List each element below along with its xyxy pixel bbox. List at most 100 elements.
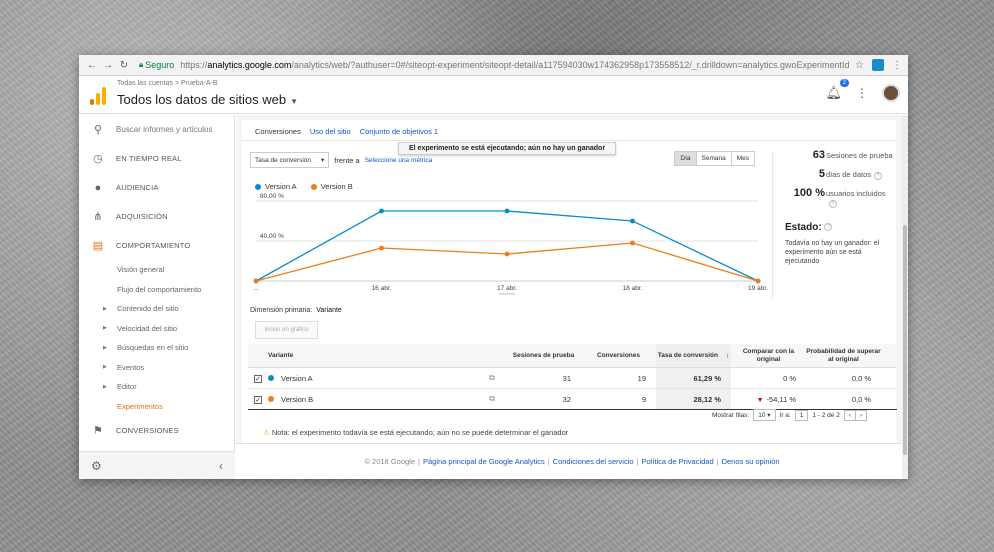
variant-name[interactable]: Version A [281, 374, 313, 383]
sidebar-search[interactable]: ⚲ Buscar informes y artículos [79, 115, 234, 144]
sidebar-sub-publisher[interactable]: ▶ Editor [79, 377, 234, 397]
sidebar-item-behavior[interactable]: ▤ COMPORTAMIENTO [79, 231, 234, 260]
x-tick-label: 19 abr. [748, 285, 768, 292]
series-line [255, 210, 759, 282]
row-checkbox[interactable]: ✓ [254, 374, 262, 383]
person-icon: ● [94, 181, 102, 194]
page-range: 1 - 2 de 2 [812, 411, 840, 419]
add-to-chart-button[interactable]: Incluir en gráfico [255, 321, 318, 339]
help-icon[interactable]: ? [824, 223, 833, 232]
prev-page-icon[interactable]: ‹ [845, 410, 856, 420]
cell-conversions: 9 [641, 394, 646, 404]
preview-icon[interactable]: ⧉ [478, 394, 506, 404]
expand-icon: ▶ [103, 383, 107, 390]
period-week-button[interactable]: Semana [696, 152, 732, 165]
col-compare[interactable]: Comparar con la original [731, 348, 806, 364]
reload-icon[interactable]: ↻ [117, 60, 131, 71]
data-point [504, 251, 510, 257]
goto-page-input[interactable]: 1 [794, 409, 809, 421]
more-options-icon[interactable]: ⋮ [856, 86, 868, 100]
cell-compare: ▼ -54,11 % [756, 394, 796, 404]
period-month-button[interactable]: Mes [731, 152, 754, 165]
help-icon[interactable]: ? [874, 172, 883, 180]
data-point [630, 240, 635, 246]
gear-icon[interactable]: ⚙ [91, 459, 102, 473]
primary-dimension: Dimensión primaria: Variante [250, 307, 342, 314]
sidebar-sub-search[interactable]: ▶ Búsquedas en el sitio [79, 338, 234, 358]
sidebar-item-acquisition[interactable]: ⋔ ADQUISICIÓN [79, 202, 234, 231]
scrollbar[interactable] [902, 115, 908, 479]
dimension-value[interactable]: Variante [316, 307, 342, 314]
chart-resize-handle [499, 293, 515, 295]
cell-probability: 0,0 % [851, 394, 871, 404]
footer-link-terms[interactable]: Condiciones del servicio [553, 457, 634, 466]
table-row: ✓ Version B ⧉ 32 9 28,12 % ▼ -54,11 % 0,0… [248, 389, 897, 410]
data-point [755, 278, 761, 284]
stat-users: 100 % usuarios incluidos? [793, 187, 886, 208]
help-icon[interactable]: ? [829, 200, 837, 208]
row-checkbox[interactable]: ✓ [254, 395, 262, 404]
cell-sessions: 32 [562, 394, 571, 404]
experiment-stats: 63 Sesiones de prueba 5 días de datos? 100… [778, 149, 896, 215]
pagination: Mostrar filas: 10 ▾ Ir a: 1 1 - 2 de 2 ‹… [712, 409, 868, 421]
footer-link-home[interactable]: Página principal de Google Analytics [423, 457, 545, 466]
metric-dropdown[interactable]: Tasa de conversión ▾ [250, 152, 330, 168]
select-metric-link[interactable]: Seleccione una métrica [365, 157, 433, 164]
tab-goal-set[interactable]: Conjunto de objetivos 1 [360, 127, 438, 140]
data-point [504, 208, 510, 214]
notifications-bell-icon[interactable]: 🔔︎ 2 [825, 79, 849, 101]
col-conversions[interactable]: Conversiones [581, 352, 656, 360]
x-tick-label: 17 abr. [497, 285, 517, 292]
cell-compare: 0 % [783, 373, 796, 383]
back-icon[interactable]: ← [85, 60, 99, 71]
rows-per-page-select[interactable]: 10 ▾ [753, 409, 776, 421]
dropdown-arrow-icon: ▾ [321, 157, 325, 164]
preview-icon[interactable]: ⧉ [478, 373, 506, 383]
account-selector[interactable]: Todos los datos de sitios web ▼ [117, 92, 298, 107]
y-tick-label: 80,00 % [260, 193, 284, 200]
sidebar-item-conversions[interactable]: ⚑ CONVERSIONES [79, 416, 234, 445]
address-bar: ← → ↻ 🔒︎ Seguro https://analytics.google… [79, 55, 908, 76]
sidebar-item-audience[interactable]: ● AUDIENCIA [79, 173, 234, 202]
sort-desc-icon: ↓ [725, 351, 730, 359]
search-input[interactable]: Buscar informes y artículos [116, 125, 212, 134]
sidebar-sub-overview[interactable]: Visión general [79, 260, 234, 280]
variant-name[interactable]: Version B [281, 395, 313, 404]
data-point [379, 245, 384, 251]
menu-icon[interactable]: ⋮ [892, 60, 902, 71]
tab-conversions[interactable]: Conversiones [255, 127, 301, 140]
analytics-logo-icon[interactable] [79, 85, 117, 105]
next-page-icon[interactable]: › [856, 411, 866, 420]
chevron-down-icon: ▼ [290, 97, 299, 106]
sidebar-item-realtime[interactable]: ◷ EN TIEMPO REAL [79, 144, 234, 173]
legend-item-b[interactable]: Version B [310, 182, 353, 191]
stat-sessions: 63 Sesiones de prueba [812, 149, 893, 161]
collapse-icon[interactable]: ‹ [219, 459, 223, 473]
col-sessions[interactable]: Sesiones de prueba [506, 352, 581, 360]
col-variant[interactable]: Variante [268, 352, 478, 359]
col-probability[interactable]: Probabilidad de superar al original [806, 348, 881, 364]
legend-dot [255, 184, 261, 191]
sidebar-sub-experiments[interactable]: Experimentos [79, 397, 234, 417]
sidebar-sub-events[interactable]: ▶ Eventos [79, 358, 234, 378]
data-point [379, 208, 384, 214]
col-rate[interactable]: Tasa de conversión ↓ [656, 344, 731, 367]
sidebar-sub-flow[interactable]: Flujo del comportamiento [79, 280, 234, 300]
warning-icon: ⚠ [263, 428, 270, 437]
star-icon[interactable]: ☆ [855, 60, 864, 71]
legend-item-a[interactable]: Version A [255, 182, 297, 191]
tab-site-usage[interactable]: Uso del sitio [310, 127, 351, 140]
forward-icon[interactable]: → [101, 60, 115, 71]
flag-icon: ⚑ [92, 425, 104, 437]
footer-link-privacy[interactable]: Política de Privacidad [642, 457, 714, 466]
period-day-button[interactable]: Día [675, 152, 697, 165]
footer-link-feedback[interactable]: Denos su opinión [722, 457, 780, 466]
table-row: ✓ Version A ⧉ 31 19 61,29 % 0 % 0,0 % [248, 368, 897, 389]
extension-icon[interactable] [872, 59, 884, 71]
behavior-icon: ▤ [92, 240, 104, 252]
url-field[interactable]: https://analytics.google.com/analytics/w… [180, 60, 849, 70]
sidebar-sub-speed[interactable]: ▶ Velocidad del sitio [79, 319, 234, 339]
avatar[interactable] [882, 84, 900, 102]
sidebar-sub-content[interactable]: ▶ Contenido del sitio [79, 299, 234, 319]
breadcrumb[interactable]: Todas las cuentas > Prueba-A-B [117, 80, 218, 87]
